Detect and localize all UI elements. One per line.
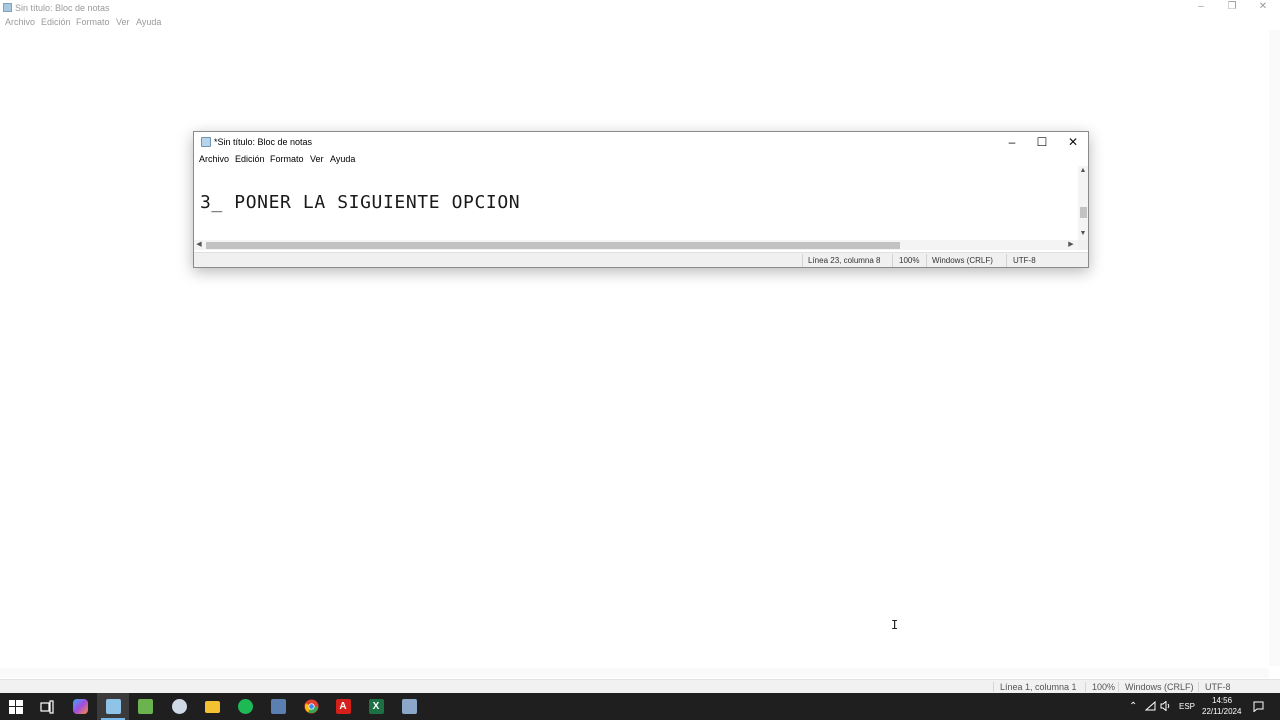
clock-date[interactable]: 22/11/2024	[1202, 707, 1241, 716]
scroll-left-icon[interactable]: ◀	[194, 240, 204, 250]
taskbar-app-calculator[interactable]	[262, 693, 294, 720]
menu-ayuda[interactable]: Ayuda	[136, 17, 161, 27]
status-zoom: 100%	[1085, 682, 1115, 692]
menu-ayuda[interactable]: Ayuda	[330, 154, 355, 164]
menu-edicion[interactable]: Edición	[235, 154, 265, 164]
menu-archivo[interactable]: Archivo	[199, 154, 229, 164]
taskbar-app-notepad[interactable]	[97, 693, 129, 720]
taskbar-app-snipping[interactable]	[163, 693, 195, 720]
notepad-app-icon	[3, 3, 12, 12]
statusbar: Línea 23, columna 8 100% Windows (CRLF) …	[194, 252, 1088, 267]
close-icon[interactable]: ✕	[1058, 132, 1088, 152]
remote-desktop-icon	[401, 699, 417, 714]
status-position: Línea 23, columna 8	[808, 256, 881, 265]
status-encoding: UTF-8	[1198, 682, 1231, 692]
taskbar-app-spotify[interactable]	[229, 693, 261, 720]
status-divider	[1006, 254, 1007, 267]
windows-logo-icon	[9, 699, 23, 714]
taskbar-app-remote-desktop[interactable]	[393, 693, 425, 720]
notepad-icon	[105, 699, 121, 714]
status-divider	[926, 254, 927, 267]
notepad-titlebar[interactable]: *Sin título: Bloc de notas – ☐ ✕	[194, 132, 1088, 152]
network-icon[interactable]	[1145, 701, 1156, 711]
status-encoding: UTF-8	[1013, 256, 1036, 265]
menu-formato[interactable]: Formato	[76, 17, 110, 27]
language-indicator[interactable]: ESP	[1179, 702, 1195, 711]
task-view-button[interactable]	[31, 693, 63, 720]
notepad-window: *Sin título: Bloc de notas – ☐ ✕ Archivo…	[193, 131, 1089, 268]
background-window-title: Sin título: Bloc de notas	[15, 3, 110, 13]
text-cursor-icon: I	[891, 618, 899, 632]
scroll-down-icon[interactable]: ▼	[1078, 229, 1088, 239]
close-icon[interactable]: ✕	[1248, 0, 1278, 14]
chrome-icon	[303, 699, 319, 714]
taskbar-app-copilot[interactable]	[64, 693, 96, 720]
window-title: *Sin título: Bloc de notas	[214, 137, 313, 147]
horizontal-scroll-thumb[interactable]	[206, 242, 900, 249]
status-line-ending: Windows (CRLF)	[1118, 682, 1194, 692]
menu-formato[interactable]: Formato	[270, 154, 304, 164]
snipping-tool-icon	[171, 699, 187, 714]
acrobat-icon: A	[335, 699, 351, 714]
menu-ver[interactable]: Ver	[116, 17, 130, 27]
taskbar: A X ⌃ ESP 14:56 22/11/2024	[0, 693, 1280, 720]
taskbar-app-chrome[interactable]	[295, 693, 327, 720]
scroll-right-icon[interactable]: ▶	[1066, 240, 1076, 250]
horizontal-scrollbar[interactable]: ◀ ▶	[194, 240, 1078, 250]
vertical-scroll-thumb[interactable]	[1080, 207, 1087, 218]
status-divider	[802, 254, 803, 267]
copilot-icon	[72, 699, 88, 714]
background-vertical-scrollbar[interactable]	[1269, 30, 1280, 666]
speaker-icon[interactable]	[1160, 701, 1171, 711]
vertical-scrollbar[interactable]: ▲ ▼	[1078, 166, 1088, 240]
notification-icon[interactable]	[1253, 701, 1264, 712]
text-editor[interactable]: 3_ PONER LA SIGUIENTE OPCION	[194, 166, 1078, 240]
status-divider	[892, 254, 893, 267]
notepad-plus-icon	[137, 699, 153, 714]
excel-icon: X	[368, 699, 384, 714]
status-line-ending: Windows (CRLF)	[932, 256, 993, 265]
menu-archivo[interactable]: Archivo	[5, 17, 35, 27]
scrollbar-corner	[1078, 240, 1088, 250]
clock-time[interactable]: 14:56	[1212, 696, 1232, 705]
menu-ver[interactable]: Ver	[310, 154, 324, 164]
maximize-icon[interactable]: ☐	[1027, 132, 1057, 152]
status-position: Línea 1, columna 1	[993, 682, 1077, 692]
task-view-icon	[40, 699, 54, 714]
background-statusbar: Línea 1, columna 1 100% Windows (CRLF) U…	[0, 679, 1280, 693]
background-horizontal-scrollbar[interactable]	[0, 668, 1269, 678]
status-zoom: 100%	[899, 256, 920, 265]
background-menubar: Archivo Edición Formato Ver Ayuda	[0, 14, 1280, 30]
folder-icon	[204, 700, 220, 713]
taskbar-app-excel[interactable]: X	[360, 693, 392, 720]
taskbar-app-acrobat[interactable]: A	[327, 693, 359, 720]
editor-content: 3_ PONER LA SIGUIENTE OPCION	[200, 192, 521, 213]
chevron-up-icon[interactable]: ⌃	[1129, 701, 1137, 712]
background-window-titlebar: Sin título: Bloc de notas – ❐ ✕	[0, 0, 1280, 14]
menu-edicion[interactable]: Edición	[41, 17, 71, 27]
minimize-icon[interactable]: –	[997, 132, 1027, 152]
taskbar-app-file-explorer[interactable]	[196, 693, 228, 720]
restore-icon[interactable]: ❐	[1217, 0, 1247, 14]
notepad-app-icon	[201, 137, 211, 147]
menubar: Archivo Edición Formato Ver Ayuda	[194, 153, 1088, 167]
scroll-up-icon[interactable]: ▲	[1078, 166, 1088, 176]
calculator-icon	[270, 699, 286, 714]
minimize-icon[interactable]: –	[1186, 0, 1216, 14]
taskbar-app-notepad-plus[interactable]	[129, 693, 161, 720]
start-button[interactable]	[0, 693, 32, 720]
spotify-icon	[237, 699, 253, 714]
